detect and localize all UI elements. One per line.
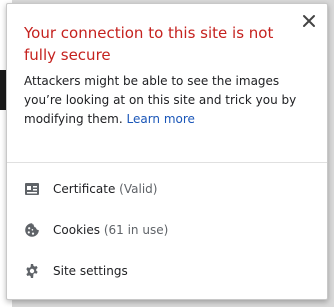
gear-icon — [26, 264, 38, 278]
cookies-label: Cookies (61 in use) — [53, 223, 168, 237]
cookie-icon — [25, 223, 39, 237]
cookies-count: (61 in use) — [103, 223, 169, 237]
site-settings-row[interactable]: Site settings — [7, 251, 327, 291]
site-settings-text: Site settings — [53, 264, 128, 278]
close-icon[interactable] — [300, 12, 318, 30]
site-info-popup: Your connection to this site is not full… — [6, 3, 328, 300]
learn-more-link[interactable]: Learn more — [127, 112, 195, 126]
certificate-status: (Valid) — [119, 182, 158, 196]
certificate-label: Certificate (Valid) — [53, 182, 157, 196]
cookies-row[interactable]: Cookies (61 in use) — [7, 210, 327, 250]
certificate-row[interactable]: Certificate (Valid) — [7, 169, 327, 209]
certificate-icon — [25, 183, 39, 195]
popup-title: Your connection to this site is not full… — [24, 24, 274, 64]
cookies-text: Cookies — [53, 223, 100, 237]
certificate-text: Certificate — [53, 182, 116, 196]
divider — [7, 162, 327, 163]
popup-description: Attackers might be able to see the image… — [24, 72, 316, 129]
site-settings-label: Site settings — [53, 264, 128, 278]
